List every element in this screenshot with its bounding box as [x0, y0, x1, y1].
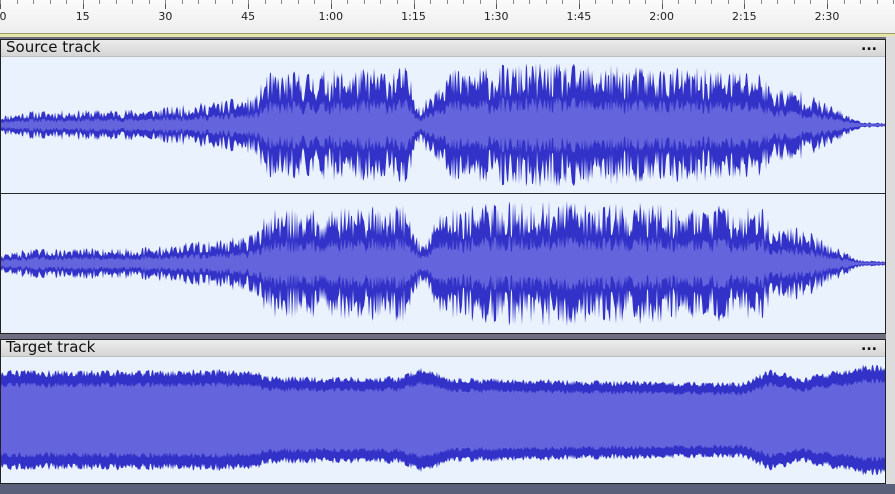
- ruler-minor-tick: [810, 0, 812, 4]
- vertical-scroll-gutter[interactable]: [886, 36, 895, 484]
- source-right-wave-svg: [1, 200, 885, 327]
- ruler-minor-tick: [99, 0, 101, 4]
- source-channel-left-waveform[interactable]: [1, 57, 885, 193]
- ruler-minor-tick: [430, 0, 432, 4]
- source-track-menu-button[interactable]: ...: [861, 38, 877, 54]
- ruler-minor-tick: [545, 0, 547, 4]
- target-track-name: Target track: [6, 338, 96, 356]
- ruler-minor-tick: [33, 0, 35, 4]
- ruler-minor-tick: [413, 0, 415, 4]
- horizontal-scrollbar[interactable]: [0, 484, 895, 494]
- ruler-minor-tick: [49, 0, 51, 4]
- ruler-tick-label: 45: [241, 10, 256, 23]
- ruler-minor-tick: [760, 0, 762, 4]
- source-left-wave-svg: [1, 62, 885, 188]
- ruler-minor-tick: [893, 0, 895, 4]
- ruler-minor-tick: [661, 0, 663, 4]
- ruler-minor-tick: [198, 0, 200, 4]
- ruler-minor-tick: [363, 0, 365, 4]
- ruler-tick-label: 0: [0, 10, 7, 23]
- source-track[interactable]: Source track ...: [0, 38, 886, 334]
- ruler-minor-tick: [115, 0, 117, 4]
- ruler-minor-tick: [66, 0, 68, 4]
- ruler-tick-label: 1:45: [566, 10, 592, 23]
- play-region-bar[interactable]: [0, 33, 895, 37]
- target-track-menu-button[interactable]: ...: [861, 338, 877, 354]
- ruler-minor-tick: [777, 0, 779, 4]
- ruler-minor-tick: [694, 0, 696, 4]
- ruler-minor-tick: [793, 0, 795, 4]
- ruler-tick-label: 2:00: [649, 10, 674, 23]
- ruler-minor-tick: [215, 0, 217, 4]
- waveform-rms: [1, 378, 885, 462]
- ruler-minor-tick: [297, 0, 299, 4]
- ruler-minor-tick: [711, 0, 713, 4]
- ruler-minor-tick: [314, 0, 316, 4]
- target-wave-svg: [1, 364, 885, 476]
- ruler-tick-label: 2:30: [814, 10, 840, 23]
- ruler-minor-tick: [678, 0, 680, 4]
- ruler-minor-tick: [264, 0, 266, 4]
- ruler-minor-tick: [512, 0, 514, 4]
- ruler-minor-tick: [827, 0, 828, 4]
- ruler-minor-tick: [628, 0, 630, 4]
- ruler-minor-tick: [231, 0, 233, 4]
- ruler-minor-tick: [496, 0, 498, 4]
- ruler-minor-tick: [281, 0, 283, 4]
- source-track-name: Source track: [6, 38, 101, 56]
- ruler-tick-label: 1:30: [483, 10, 509, 23]
- ruler-minor-tick: [446, 0, 448, 4]
- ruler-minor-tick: [562, 0, 564, 4]
- ruler-minor-tick: [380, 0, 382, 4]
- ruler-minor-tick: [727, 0, 729, 4]
- ruler-minor-tick: [595, 0, 597, 4]
- timeline-ruler[interactable]: 0 15 30 45 1:00 1:15 1:30 1:45 2:00 2:15 2:30: [0, 0, 895, 37]
- source-channel-right-waveform[interactable]: [1, 194, 885, 333]
- ruler-minor-tick: [0, 0, 1, 4]
- ruler-tick-label: 15: [75, 10, 90, 23]
- target-track-header[interactable]: Target track ...: [1, 338, 885, 357]
- ruler-minor-tick: [843, 0, 845, 4]
- ruler-minor-tick: [347, 0, 349, 4]
- ruler-minor-tick: [479, 0, 481, 4]
- ruler-minor-tick: [248, 0, 250, 4]
- ruler-minor-tick: [132, 0, 134, 4]
- ruler-minor-tick: [578, 0, 580, 4]
- ruler-minor-tick: [876, 0, 878, 4]
- ruler-minor-tick: [860, 0, 862, 4]
- ruler-minor-tick: [611, 0, 613, 4]
- ruler-tick-label: 30: [158, 10, 173, 23]
- target-track[interactable]: Target track ...: [0, 338, 886, 484]
- ruler-minor-tick: [396, 0, 398, 4]
- ruler-minor-tick: [16, 0, 18, 4]
- source-track-header[interactable]: Source track ...: [1, 38, 885, 57]
- ruler-minor-tick: [529, 0, 531, 4]
- ruler-minor-tick: [148, 0, 150, 4]
- target-channel-waveform[interactable]: [1, 357, 885, 483]
- ruler-tick-label: 1:15: [401, 10, 426, 23]
- ruler-tick-label: 1:00: [318, 10, 344, 23]
- ruler-minor-tick: [165, 0, 167, 4]
- ruler-minor-tick: [330, 0, 332, 4]
- ruler-minor-tick: [463, 0, 465, 4]
- ruler-minor-tick: [744, 0, 746, 4]
- ruler-minor-tick: [82, 0, 84, 4]
- ruler-minor-tick: [181, 0, 183, 4]
- ruler-minor-tick: [645, 0, 647, 4]
- ruler-tick-label: 2:15: [731, 10, 757, 23]
